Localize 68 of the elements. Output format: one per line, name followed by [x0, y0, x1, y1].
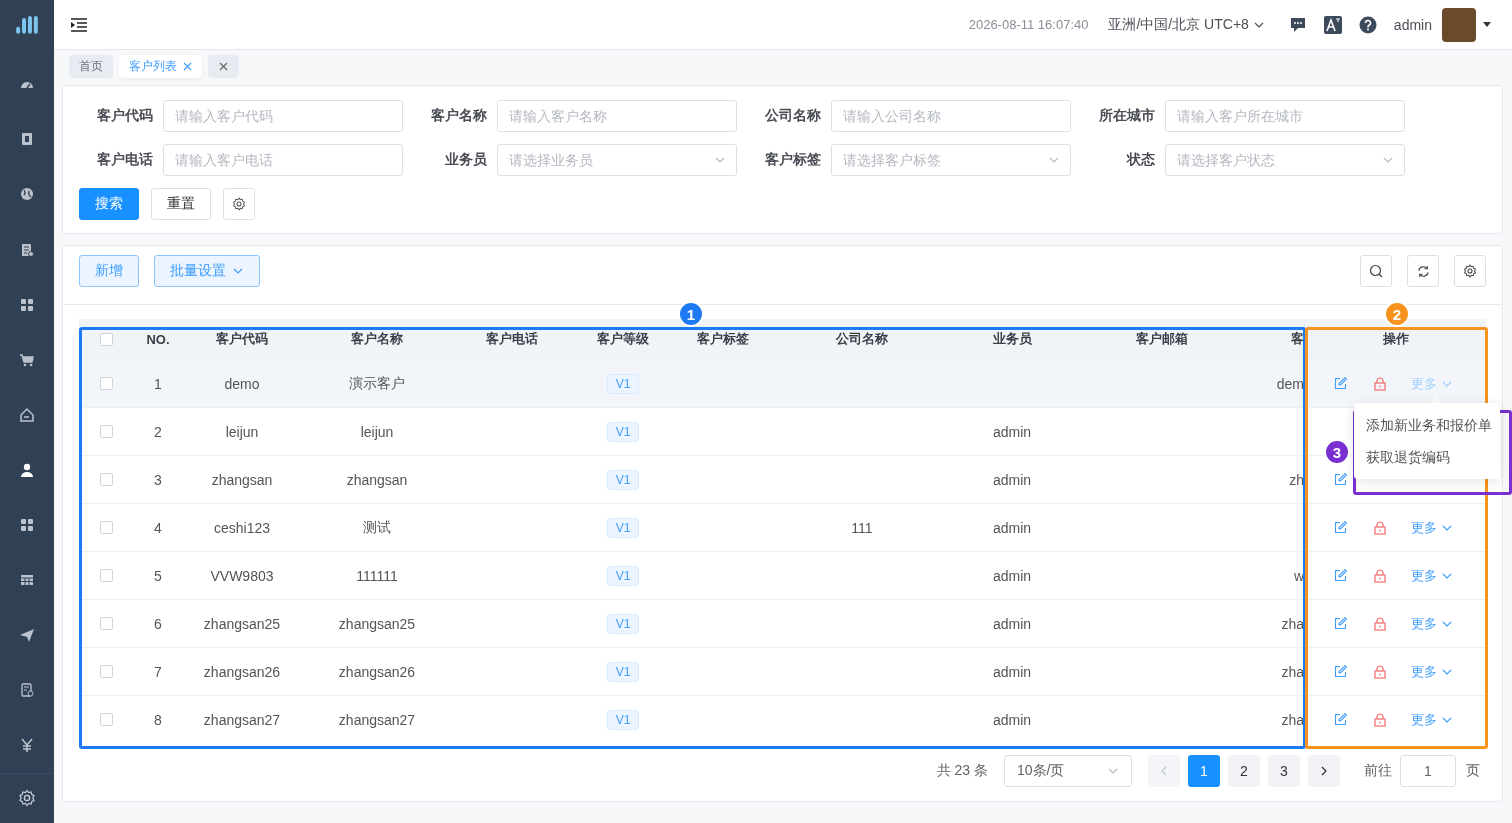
table-cell: VVW9803: [210, 567, 274, 584]
column-header: 客户电话: [486, 331, 538, 346]
table-cell: 111111: [356, 567, 398, 584]
column-header: 客: [1291, 331, 1304, 346]
column-header: 客户标签: [697, 331, 749, 346]
level-tag: V1: [606, 661, 640, 682]
field-label: 业务员: [444, 151, 487, 169]
table-cell: zhangsan25: [338, 615, 416, 632]
total-count: 共 23 条: [936, 762, 988, 780]
table-cell: dem: [1276, 375, 1304, 392]
table-cell: 4: [154, 519, 162, 536]
table-cell: zhangsan26: [338, 663, 416, 680]
table-cell: demo: [224, 375, 260, 392]
table-cell: 测试: [363, 518, 391, 535]
field-label: 客户电话: [96, 151, 153, 169]
table-cell: zha: [1281, 711, 1304, 728]
level-tag: V1: [606, 565, 640, 586]
table-cell: admin: [992, 615, 1032, 632]
field-label: 客户标签: [764, 151, 821, 169]
column-header: 业务员: [992, 331, 1032, 346]
table-cell: leijun: [360, 423, 394, 440]
table-cell: 111: [851, 519, 873, 536]
table-cell: admin: [992, 519, 1032, 536]
table-cell: 演示客户: [349, 374, 405, 391]
level-tag: V1: [606, 373, 640, 394]
table-cell: zhangsan27: [203, 711, 281, 728]
table-cell: admin: [992, 663, 1032, 680]
level-tag: V1: [606, 613, 640, 634]
field-label: 公司名称: [764, 107, 821, 125]
field-label: 客户名称: [430, 107, 487, 125]
column-header: 客户邮箱: [1136, 331, 1188, 346]
date-time: 2026-08-11 16:07:40: [968, 17, 1089, 32]
field-label: 客户代码: [96, 107, 153, 125]
table-cell: zhangsan25: [203, 615, 281, 632]
table-cell: 7: [154, 663, 162, 680]
table-cell: 5: [154, 567, 162, 584]
table-cell: ceshi123: [213, 519, 270, 536]
table-cell: zh: [1289, 471, 1304, 488]
table-cell: zhangsan: [211, 471, 273, 488]
level-tag: V1: [606, 709, 640, 730]
table-cell: 8: [154, 711, 162, 728]
column-header: 客户等级: [597, 331, 649, 346]
table-cell: zha: [1281, 663, 1304, 680]
table-cell: zhangsan27: [338, 711, 416, 728]
table-cell: zhangsan: [346, 471, 408, 488]
level-tag: V1: [606, 421, 640, 442]
column-header: 公司名称: [836, 331, 888, 346]
table-cell: zhangsan26: [203, 663, 281, 680]
goto-label: 前往: [1364, 762, 1392, 780]
table-cell: admin: [992, 471, 1032, 488]
table-cell: zha: [1281, 615, 1304, 632]
column-header: 客户名称: [351, 331, 403, 346]
field-label: 所在城市: [1098, 107, 1155, 125]
table-cell: admin: [992, 423, 1032, 440]
table-cell: admin: [992, 567, 1032, 584]
table-cell: leijun: [225, 423, 259, 440]
level-tag: V1: [606, 517, 640, 538]
column-header: 客户代码: [216, 331, 268, 346]
table-cell: admin: [992, 711, 1032, 728]
column-header: NO.: [146, 331, 170, 347]
field-label: 状态: [1125, 151, 1155, 169]
table-cell: 3: [154, 471, 162, 488]
table-cell: 2: [154, 423, 162, 440]
table-cell: 6: [154, 615, 162, 632]
column-header: 操作: [1382, 330, 1409, 348]
page-unit-label: 页: [1466, 762, 1480, 780]
level-tag: V1: [606, 469, 640, 490]
table-cell: 1: [154, 375, 162, 392]
